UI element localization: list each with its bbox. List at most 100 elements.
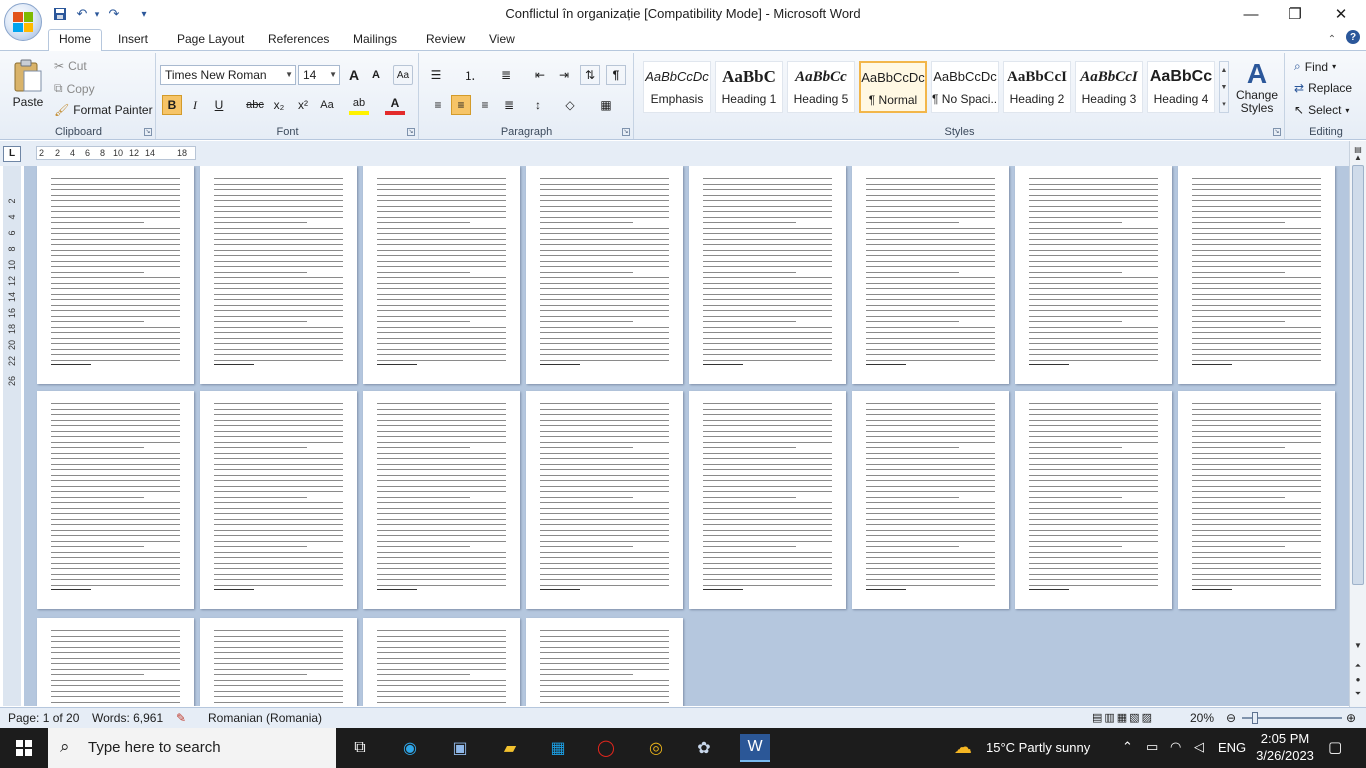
weather-text[interactable]: 15°C Partly sunny [986,740,1090,755]
style-no-spacing[interactable]: AaBbCcDc ¶ No Spaci... [931,61,999,113]
show-formatting-marks-icon[interactable]: ¶ [606,65,626,85]
vertical-scrollbar[interactable]: ▤ ▲ ▼ ⏶ ● ⏷ [1349,141,1366,707]
style-emphasis[interactable]: AaBbCcDc Emphasis [643,61,711,113]
styles-launcher-icon[interactable]: ↘ [1273,128,1281,136]
borders-icon[interactable]: ▦ [596,95,616,115]
select-browse-object-icon[interactable]: ● [1352,675,1364,689]
windows-start-icon[interactable] [10,734,38,762]
page-thumbnail[interactable] [363,618,520,706]
page-count[interactable]: Page: 1 of 20 [8,711,79,725]
volume-icon[interactable]: ◁ [1194,739,1204,755]
paint-icon[interactable]: ✿ [690,734,718,762]
clipboard-launcher-icon[interactable]: ↘ [144,128,152,136]
align-center-icon[interactable]: ≡ [451,95,471,115]
show-hidden-icons[interactable]: ⌃ [1122,739,1133,755]
weather-icon[interactable]: ☁ [954,737,972,758]
bold-button[interactable]: B [162,95,182,115]
opera-icon[interactable]: ◯ [592,734,620,762]
page-thumbnail[interactable] [37,166,194,384]
remote-desktop-icon[interactable]: ▣ [446,734,474,762]
tab-view[interactable]: View [479,31,525,50]
minimize-button[interactable]: — [1228,0,1274,28]
tab-references[interactable]: References [258,31,339,50]
paste-button[interactable]: Paste [8,59,48,123]
scroll-down-icon[interactable]: ▼ [1352,641,1364,655]
taskbar-search[interactable]: ⌕ Type here to search [48,728,336,768]
style-heading-2[interactable]: AaBbCcI Heading 2 [1003,61,1071,113]
bullets-icon[interactable]: ☰ [426,65,446,85]
page-thumbnail[interactable] [852,391,1009,609]
increase-indent-icon[interactable]: ⇥ [554,65,574,85]
tab-review[interactable]: Review [416,31,475,50]
font-size-select[interactable]: 14 ▼ [298,65,340,85]
battery-icon[interactable]: ▭ [1146,739,1158,755]
vertical-ruler[interactable]: 2 4 6 8 10 12 14 16 18 20 22 26 [3,166,21,706]
clear-formatting-button[interactable]: Aa [393,65,413,85]
page-thumbnail[interactable] [37,618,194,706]
tab-selector[interactable]: L [3,146,21,162]
edge-browser-icon[interactable]: ◉ [396,734,424,762]
document-area[interactable] [24,166,1349,706]
copy-button[interactable]: ⧉ Copy [54,81,95,96]
align-right-icon[interactable]: ≡ [475,95,495,115]
tab-page-layout[interactable]: Page Layout [167,31,254,50]
cut-button[interactable]: ✂ Cut [54,59,87,73]
sort-icon[interactable]: ⇅ [580,65,600,85]
language-indicator[interactable]: Romanian (Romania) [208,711,322,725]
page-thumbnail[interactable] [689,391,846,609]
style-heading-3[interactable]: AaBbCcI Heading 3 [1075,61,1143,113]
change-styles-button[interactable]: A Change Styles [1233,59,1281,115]
view-buttons[interactable]: ▤▥▦▧▨ [1092,711,1154,724]
font-family-select[interactable]: Times New Roman ▼ [160,65,296,85]
style-heading-5[interactable]: AaBbCc Heading 5 [787,61,855,113]
superscript-button[interactable]: x² [293,95,313,115]
page-thumbnail[interactable] [363,166,520,384]
page-thumbnail[interactable] [526,391,683,609]
line-spacing-icon[interactable]: ↕ [528,95,548,115]
style-heading-4[interactable]: AaBbCc Heading 4 [1147,61,1215,113]
clock-time[interactable]: 2:05 PM [1256,731,1314,746]
align-left-icon[interactable]: ≡ [428,95,448,115]
styles-scroll[interactable]: ▲ ▼ ▾ [1219,61,1229,113]
tab-home[interactable]: Home [48,29,103,51]
shrink-font-button[interactable]: A [366,65,386,85]
file-explorer-icon[interactable]: ▰ [496,734,524,762]
chrome-icon[interactable]: ◎ [642,734,670,762]
task-view-icon[interactable]: ⧉ [346,734,374,762]
maximize-button[interactable]: ❐ [1272,0,1318,28]
page-thumbnail[interactable] [1178,391,1335,609]
page-thumbnail[interactable] [1178,166,1335,384]
zoom-slider-thumb[interactable] [1252,712,1258,724]
page-thumbnail[interactable] [200,618,357,706]
zoom-level[interactable]: 20% [1190,711,1214,725]
strikethrough-button[interactable]: abc [245,95,265,115]
find-button[interactable]: ⌕ Find ▾ [1294,59,1336,74]
page-thumbnail[interactable] [689,166,846,384]
highlight-button[interactable]: ab [349,95,369,115]
page-thumbnail[interactable] [852,166,1009,384]
numbering-icon[interactable]: ⒈ [460,65,480,85]
scroll-thumb[interactable] [1352,165,1364,585]
notifications-icon[interactable]: ▢ [1328,738,1342,756]
justify-icon[interactable]: ≣ [499,95,519,115]
word-taskbar-icon[interactable]: W [740,734,770,762]
page-thumbnail[interactable] [200,166,357,384]
font-color-button[interactable]: A [385,95,405,115]
page-thumbnail[interactable] [200,391,357,609]
style-heading-1[interactable]: AaBbC Heading 1 [715,61,783,113]
input-language[interactable]: ENG [1218,740,1246,755]
font-launcher-icon[interactable]: ↘ [407,128,415,136]
decrease-indent-icon[interactable]: ⇤ [530,65,550,85]
minimize-ribbon-icon[interactable]: ⌃ [1326,30,1338,48]
shading-icon[interactable]: ◇ [560,95,580,115]
style-normal[interactable]: AaBbCcDc ¶ Normal [859,61,927,113]
word-count[interactable]: Words: 6,961 [92,711,163,725]
office-button[interactable] [4,3,42,41]
page-thumbnail[interactable] [363,391,520,609]
page-thumbnail[interactable] [1015,391,1172,609]
format-painter-button[interactable]: 🖌 Format Painter [54,103,153,117]
previous-page-icon[interactable]: ⏶ [1352,661,1364,675]
proofing-icon[interactable]: ✎ [176,711,186,725]
zoom-out-icon[interactable]: ⊖ [1226,711,1236,725]
paragraph-launcher-icon[interactable]: ↘ [622,128,630,136]
